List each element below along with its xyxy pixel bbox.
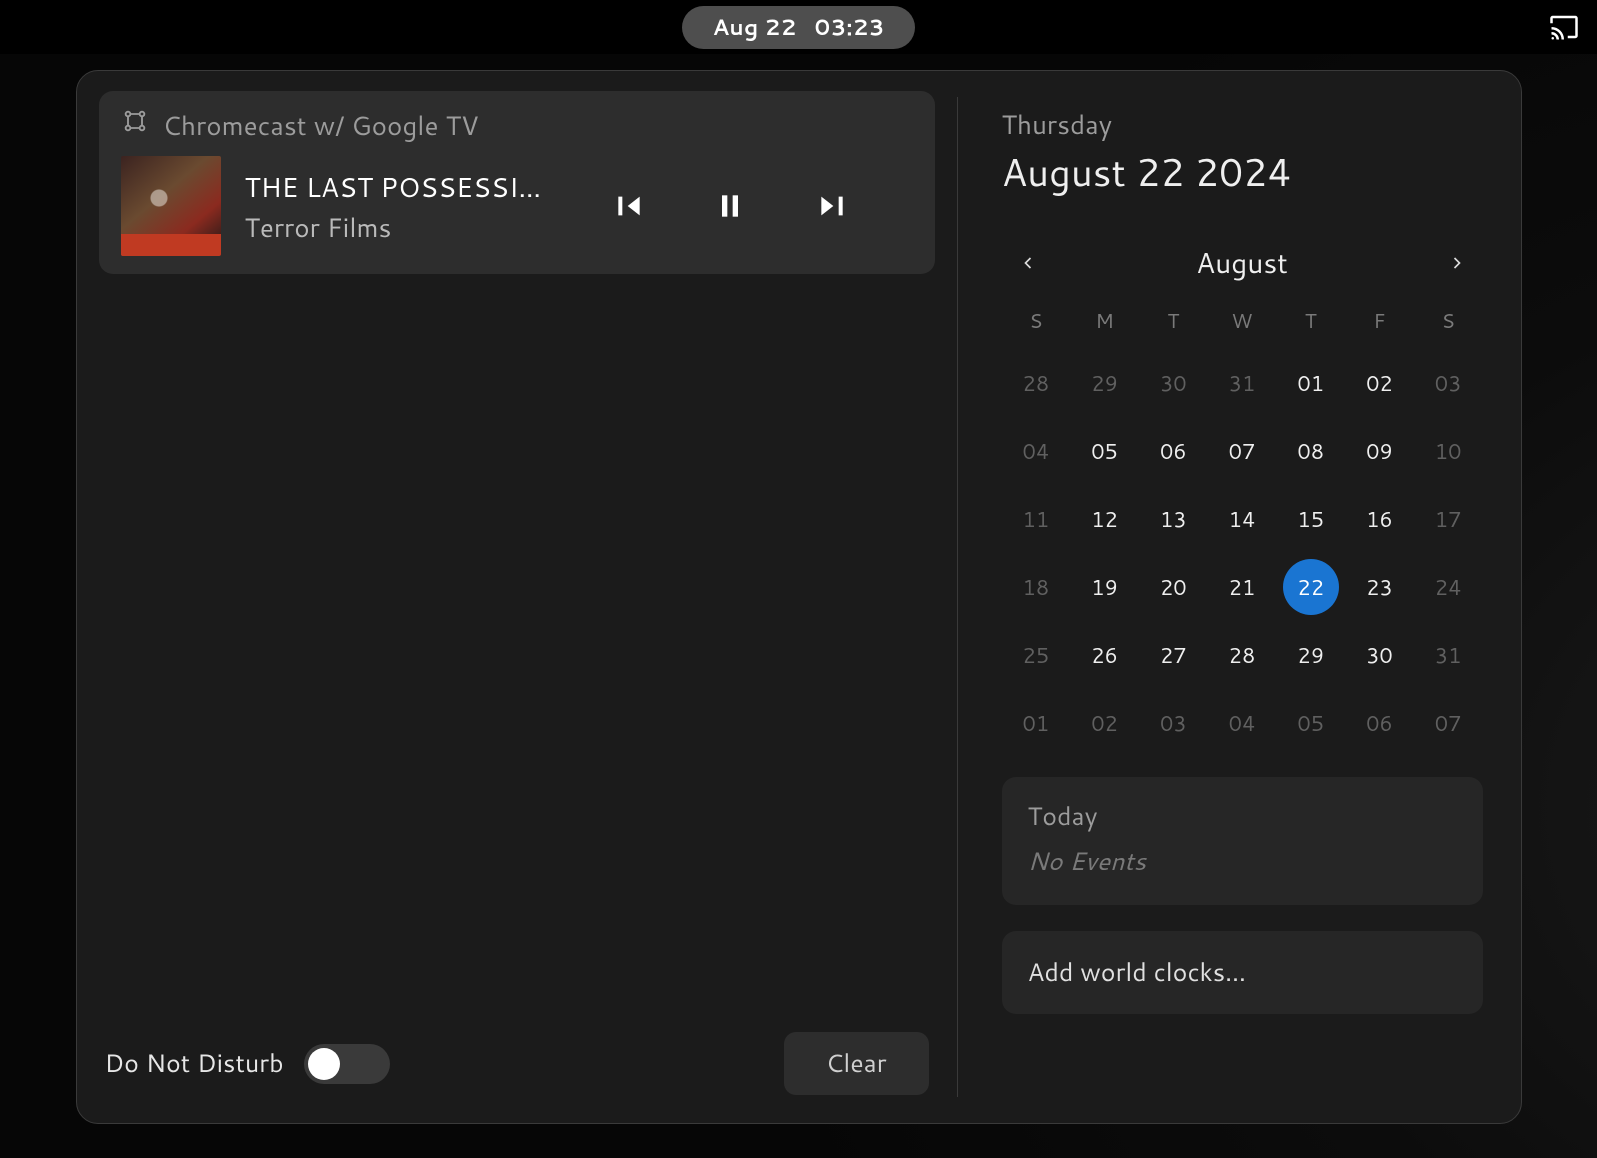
calendar-day[interactable]: 09 [1345, 431, 1414, 471]
calendar-day[interactable]: 21 [1208, 567, 1277, 607]
calendar-dow: F [1345, 307, 1414, 335]
calendar-day[interactable]: 27 [1139, 635, 1208, 675]
calendar-day[interactable]: 19 [1070, 567, 1139, 607]
calendar-day[interactable]: 28 [1208, 635, 1277, 675]
calendar-day[interactable]: 11 [1002, 499, 1071, 539]
calendar-day[interactable]: 08 [1276, 431, 1345, 471]
calendar-day[interactable]: 25 [1002, 635, 1071, 675]
calendar-day[interactable]: 06 [1345, 703, 1414, 743]
dnd-toggle[interactable] [304, 1044, 390, 1084]
calendar-day[interactable]: 07 [1414, 703, 1483, 743]
calendar-day[interactable]: 10 [1414, 431, 1483, 471]
calendar-day[interactable]: 02 [1070, 703, 1139, 743]
calendar-day[interactable]: 07 [1208, 431, 1277, 471]
calendar-day[interactable]: 23 [1345, 567, 1414, 607]
media-source: Chromecast w/ Google TV [163, 108, 479, 144]
notifications-pane: Chromecast w/ Google TV THE LAST POSSESS… [77, 71, 957, 1123]
datemenu-popover: Chromecast w/ Google TV THE LAST POSSESS… [76, 70, 1522, 1124]
calendar-day[interactable]: 26 [1070, 635, 1139, 675]
calendar-day[interactable]: 29 [1070, 363, 1139, 403]
cast-icon[interactable] [1549, 12, 1579, 42]
chevron-left-icon [1018, 253, 1038, 273]
calendar-day[interactable]: 06 [1139, 431, 1208, 471]
previous-button[interactable] [601, 178, 657, 234]
calendar-day[interactable]: 30 [1139, 363, 1208, 403]
skip-forward-icon [816, 190, 848, 222]
calendar-month-label: August [1196, 243, 1288, 283]
calendar-day[interactable]: 05 [1070, 431, 1139, 471]
calendar-day[interactable]: 28 [1002, 363, 1071, 403]
calendar-day[interactable]: 24 [1414, 567, 1483, 607]
media-title: THE LAST POSSESSIO… [245, 167, 555, 206]
clear-button[interactable]: Clear [784, 1032, 929, 1095]
calendar-day[interactable]: 29 [1276, 635, 1345, 675]
media-card: Chromecast w/ Google TV THE LAST POSSESS… [99, 91, 935, 274]
calendar-day[interactable]: 14 [1208, 499, 1277, 539]
toggle-knob [308, 1048, 340, 1080]
media-subtitle: Terror Films [245, 210, 555, 246]
calendar-dow: T [1139, 307, 1208, 335]
calendar-day[interactable]: 03 [1139, 703, 1208, 743]
top-bar: Aug 22 03:23 [0, 0, 1597, 54]
calendar-day[interactable]: 12 [1070, 499, 1139, 539]
cast-source-icon [121, 107, 149, 144]
date-weekday: Thursday [1002, 107, 1483, 143]
calendar-dow: W [1208, 307, 1277, 335]
skip-back-icon [613, 190, 645, 222]
add-world-clocks-button[interactable]: Add world clocks… [1002, 931, 1483, 1014]
calendar-pane: Thursday August 22 2024 August SMTWTFS28… [958, 71, 1521, 1123]
calendar-day[interactable]: 18 [1002, 567, 1071, 607]
calendar-day[interactable]: 01 [1002, 703, 1071, 743]
date-full: August 22 2024 [1002, 145, 1483, 199]
events-card: Today No Events [1002, 777, 1483, 905]
calendar-day[interactable]: 17 [1414, 499, 1483, 539]
events-subtitle: No Events [1028, 844, 1457, 879]
dnd-label: Do Not Disturb [105, 1046, 284, 1081]
calendar-dow: M [1070, 307, 1139, 335]
calendar: August SMTWTFS28293031010203040506070809… [1002, 243, 1483, 743]
calendar-day[interactable]: 01 [1276, 363, 1345, 403]
prev-month-button[interactable] [1008, 243, 1048, 283]
chevron-right-icon [1447, 253, 1467, 273]
calendar-day[interactable]: 20 [1139, 567, 1208, 607]
calendar-day[interactable]: 04 [1002, 431, 1071, 471]
calendar-dow: T [1276, 307, 1345, 335]
calendar-day[interactable]: 02 [1345, 363, 1414, 403]
calendar-day[interactable]: 04 [1208, 703, 1277, 743]
calendar-day[interactable]: 31 [1414, 635, 1483, 675]
media-artwork [121, 156, 221, 256]
calendar-day[interactable]: 13 [1139, 499, 1208, 539]
calendar-dow: S [1002, 307, 1071, 335]
calendar-dow: S [1414, 307, 1483, 335]
calendar-day[interactable]: 30 [1345, 635, 1414, 675]
events-title: Today [1028, 799, 1457, 834]
play-pause-button[interactable] [702, 178, 758, 234]
clock-date: Aug 22 [712, 12, 796, 43]
clock-time: 03:23 [815, 12, 885, 43]
next-button[interactable] [804, 178, 860, 234]
calendar-day[interactable]: 03 [1414, 363, 1483, 403]
calendar-day[interactable]: 31 [1208, 363, 1277, 403]
calendar-day-today[interactable]: 22 [1276, 567, 1345, 607]
calendar-day[interactable]: 05 [1276, 703, 1345, 743]
next-month-button[interactable] [1437, 243, 1477, 283]
clock-pill[interactable]: Aug 22 03:23 [682, 6, 914, 49]
calendar-day[interactable]: 15 [1276, 499, 1345, 539]
calendar-day[interactable]: 16 [1345, 499, 1414, 539]
pause-icon [714, 190, 746, 222]
